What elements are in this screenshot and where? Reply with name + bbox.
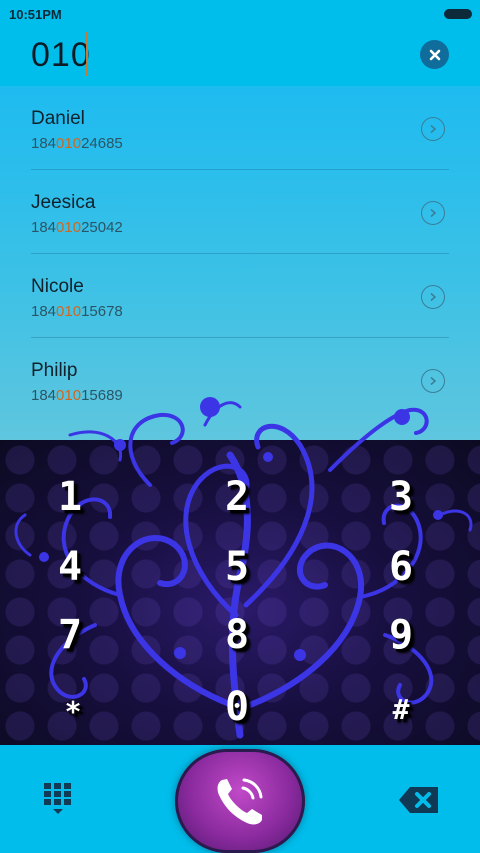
contact-row-nicole[interactable]: Nicole 18401015678	[0, 254, 480, 338]
chevron-right-circle-icon[interactable]	[421, 201, 445, 225]
phone-icon	[217, 778, 263, 825]
dialed-number[interactable]: 010	[31, 36, 91, 75]
status-bar: 10:51PM	[0, 0, 480, 26]
contact-name: Jeesica	[31, 192, 96, 213]
backspace-icon[interactable]	[398, 785, 440, 815]
key-star[interactable]: *	[43, 686, 103, 736]
key-1[interactable]: 1	[40, 472, 100, 522]
close-icon	[429, 49, 440, 60]
status-time: 10:51PM	[9, 7, 62, 22]
chevron-right-circle-icon[interactable]	[421, 285, 445, 309]
contact-number: 18401025042	[31, 219, 123, 236]
contact-name: Philip	[31, 360, 78, 381]
bottom-action-bar	[0, 745, 480, 853]
key-3[interactable]: 3	[371, 472, 431, 522]
key-5[interactable]: 5	[207, 542, 267, 592]
battery-icon	[444, 9, 472, 19]
call-button[interactable]	[175, 749, 305, 853]
chevron-right-circle-icon[interactable]	[421, 117, 445, 141]
contact-number: 18401015678	[31, 303, 123, 320]
contact-row-jeesica[interactable]: Jeesica 18401025042	[0, 170, 480, 254]
close-circle-icon[interactable]	[420, 40, 449, 69]
contact-number: 18401024685	[31, 135, 123, 152]
dial-input-bar: 010	[0, 26, 480, 86]
key-2[interactable]: 2	[207, 472, 267, 522]
contact-name: Daniel	[31, 108, 85, 129]
key-hash[interactable]: #	[371, 684, 431, 734]
key-8[interactable]: 8	[207, 610, 267, 660]
key-4[interactable]: 4	[40, 542, 100, 592]
key-0[interactable]: 0	[207, 682, 267, 732]
contact-name: Nicole	[31, 276, 84, 297]
key-9[interactable]: 9	[371, 610, 431, 660]
text-caret	[86, 32, 88, 76]
key-7[interactable]: 7	[40, 610, 100, 660]
key-6[interactable]: 6	[371, 542, 431, 592]
contact-row-daniel[interactable]: Daniel 18401024685	[0, 86, 480, 170]
dialpad-icon[interactable]	[40, 781, 76, 817]
